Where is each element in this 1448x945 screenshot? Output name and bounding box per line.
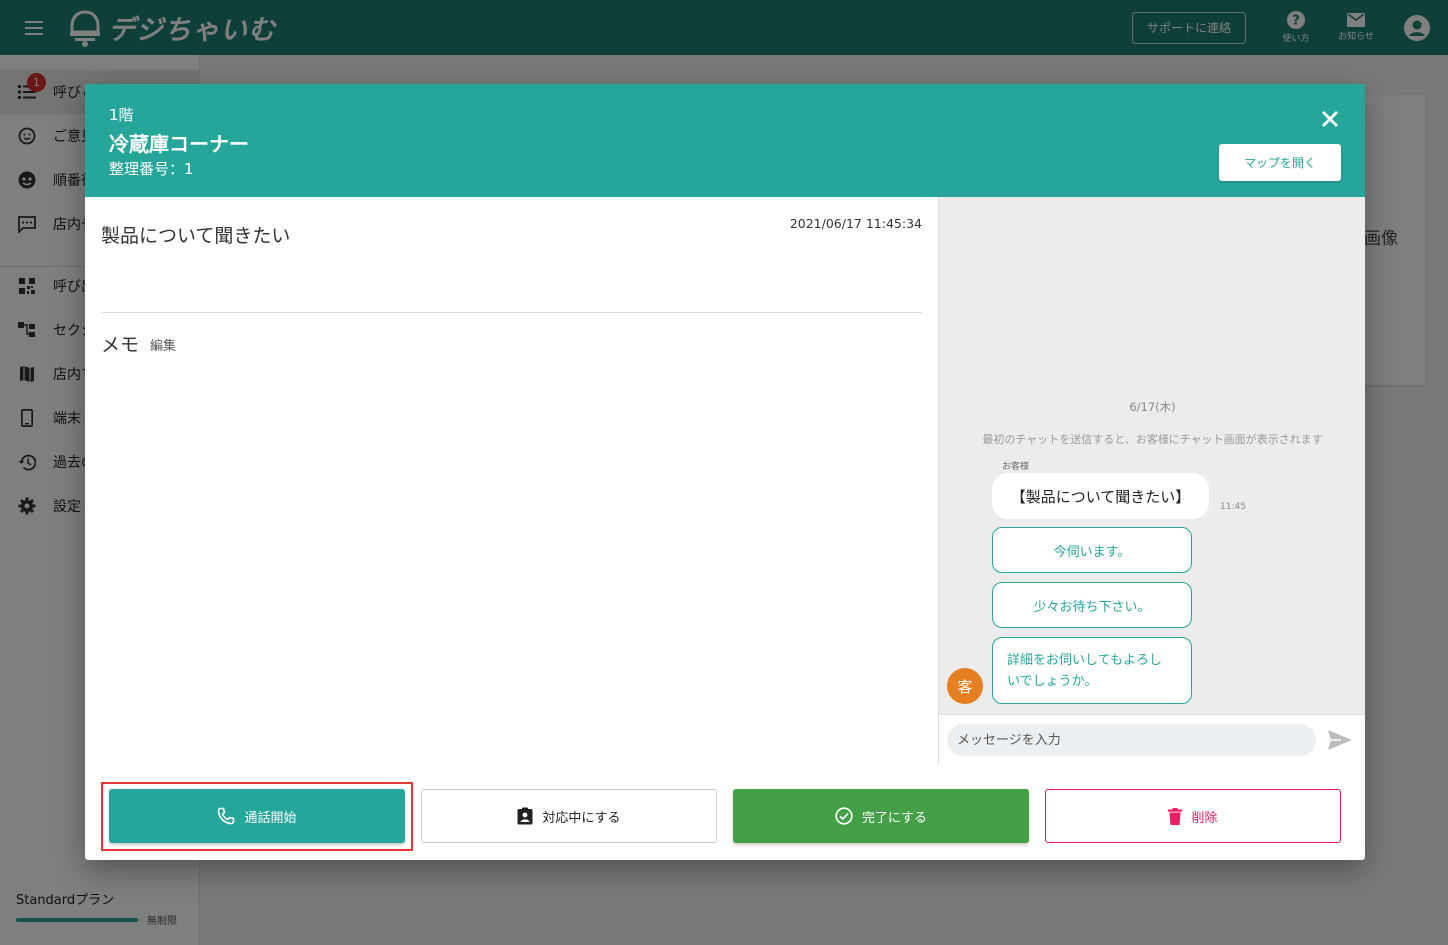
quick-reply-button[interactable]: 今伺います。 <box>992 527 1192 573</box>
chat-date: 6/17(木) <box>1129 400 1176 414</box>
delete-button[interactable]: 削除 <box>1045 789 1341 843</box>
open-map-button[interactable]: マップを開く <box>1219 144 1341 181</box>
call-detail-pane: 製品について聞きたい 2021/06/17 11:45:34 メモ 編集 <box>85 197 938 764</box>
quick-reply-text-line: いでしょうか。 <box>1007 673 1098 689</box>
place-title: 冷蔵庫コーナー <box>109 132 249 156</box>
start-call-button[interactable]: 通話開始 <box>109 789 405 843</box>
quick-reply-button[interactable]: 少々お待ち下さい。 <box>992 582 1192 628</box>
mark-done-button[interactable]: 完了にする <box>733 789 1029 843</box>
divider <box>101 312 922 313</box>
button-label: 通話開始 <box>244 810 297 826</box>
action-bar: 通話開始 対応中にする 完了にする 削除 <box>85 764 1365 860</box>
serial-number: 整理番号：1 <box>109 160 194 178</box>
close-icon[interactable] <box>1315 104 1345 134</box>
floor-label: 1階 <box>109 106 134 124</box>
memo-edit-link[interactable]: 編集 <box>150 335 176 354</box>
call-subject: 製品について聞きたい <box>101 225 291 247</box>
call-timestamp: 2021/06/17 11:45:34 <box>789 216 922 231</box>
check-circle-icon <box>835 807 853 825</box>
call-detail-dialog: 1階 冷蔵庫コーナー 整理番号：1 マップを開く 製品について聞きたい 2021… <box>85 84 1365 860</box>
mark-handling-button[interactable]: 対応中にする <box>421 789 717 843</box>
trash-icon <box>1168 807 1183 825</box>
button-label: 削除 <box>1191 810 1218 826</box>
chat-hint: 最初のチャットを送信すると、お客様にチャット画面が表示されます <box>982 433 1323 446</box>
button-label: 対応中にする <box>542 810 621 826</box>
dialog-header: 1階 冷蔵庫コーナー 整理番号：1 マップを開く <box>85 84 1365 197</box>
button-label: 完了にする <box>861 810 928 826</box>
assignment-ind-icon <box>517 807 533 825</box>
chat-panel: 6/17(木) 最初のチャットを送信すると、お客様にチャット画面が表示されます … <box>938 197 1365 764</box>
message-input[interactable] <box>947 724 1316 756</box>
message-time: 11:45 <box>1220 502 1246 512</box>
chat-input-bar <box>939 714 1365 764</box>
phone-icon <box>218 807 235 825</box>
memo-label: メモ <box>101 334 140 356</box>
customer-avatar: 客 <box>947 668 983 704</box>
send-icon[interactable] <box>1324 724 1356 756</box>
quick-reply-text-line: 詳細をお伺いしてもよろし <box>1007 652 1162 668</box>
sender-label: お客様 <box>1002 462 1030 472</box>
quick-reply-button[interactable]: 詳細をお伺いしてもよろし いでしょうか。 <box>992 637 1192 704</box>
customer-message: 【製品について聞きたい】 <box>992 473 1209 519</box>
